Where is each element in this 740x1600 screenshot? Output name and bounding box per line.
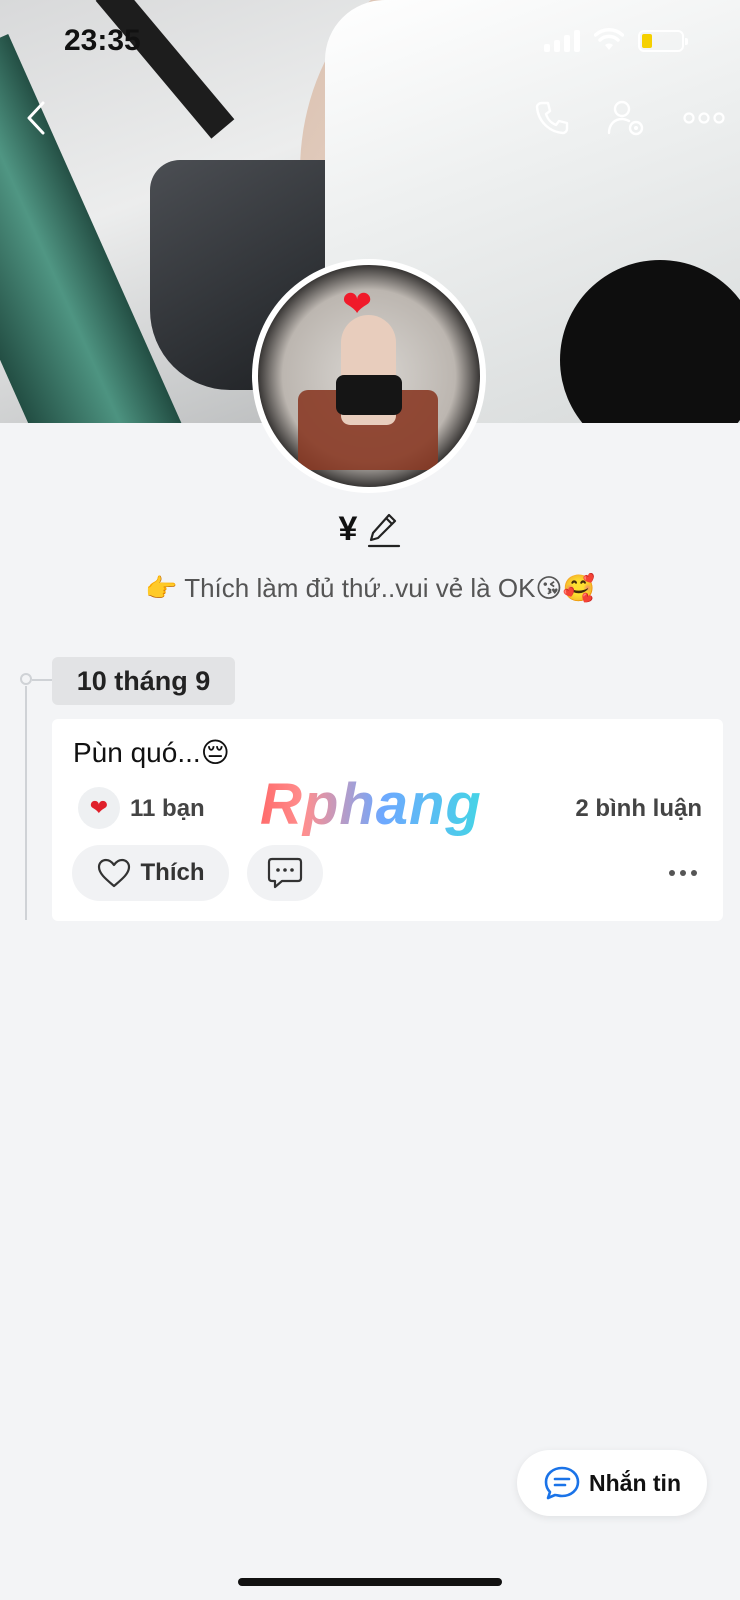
comment-icon xyxy=(267,857,303,889)
watermark: Rphang xyxy=(260,772,482,837)
chat-bubble-icon xyxy=(544,1466,580,1500)
back-chevron-icon xyxy=(27,101,45,135)
avatar-image: ❤ xyxy=(258,265,480,487)
timeline-date: 10 tháng 9 xyxy=(52,657,235,705)
timeline-connector xyxy=(32,679,52,681)
wifi-icon xyxy=(594,28,624,50)
heart-sticker-icon: ❤ xyxy=(342,283,373,324)
heart-reaction-icon: ❤ xyxy=(78,787,120,829)
phone-icon xyxy=(535,101,569,135)
post-text: Pùn quó...😔 xyxy=(73,737,230,768)
battery-icon xyxy=(638,30,688,52)
profile-bio: 👉 Thích làm đủ thứ..vui vẻ là OK😘🥰 xyxy=(145,573,595,603)
reaction-count[interactable]: 11 bạn xyxy=(130,795,205,823)
profile-screen: 23:35 ❤ ¥ 👉 Thích làm đủ thứ..vui vẻ là … xyxy=(0,0,740,1600)
comment-button[interactable] xyxy=(247,845,323,901)
heart-outline-icon xyxy=(97,858,130,888)
signal-icon xyxy=(544,30,580,52)
post-card[interactable]: Pùn quó...😔 ❤ 11 bạn Rphang 2 bình luận … xyxy=(52,719,723,921)
call-button[interactable] xyxy=(530,96,574,140)
status-time: 23:35 xyxy=(64,24,141,57)
more-horizontal-icon xyxy=(683,112,725,124)
timeline-line xyxy=(25,686,27,920)
status-icons xyxy=(544,28,688,52)
more-options-button[interactable] xyxy=(680,96,728,140)
comment-count[interactable]: 2 bình luận xyxy=(575,795,702,823)
message-label: Nhắn tin xyxy=(589,1469,681,1496)
avatar[interactable]: ❤ xyxy=(252,259,486,493)
profile-name-row: ¥ xyxy=(0,510,740,549)
home-indicator[interactable] xyxy=(238,1578,502,1586)
user-settings-icon xyxy=(607,100,644,136)
profile-settings-button[interactable] xyxy=(604,96,648,140)
profile-name: ¥ xyxy=(338,510,358,548)
post-more-icon[interactable] xyxy=(663,853,703,893)
timeline-dot xyxy=(20,673,32,685)
like-label: Thích xyxy=(140,859,205,886)
edit-pencil-icon[interactable] xyxy=(367,511,401,549)
message-button[interactable]: Nhắn tin xyxy=(517,1450,707,1516)
back-button[interactable] xyxy=(14,96,58,140)
like-button[interactable]: Thích xyxy=(72,845,229,901)
